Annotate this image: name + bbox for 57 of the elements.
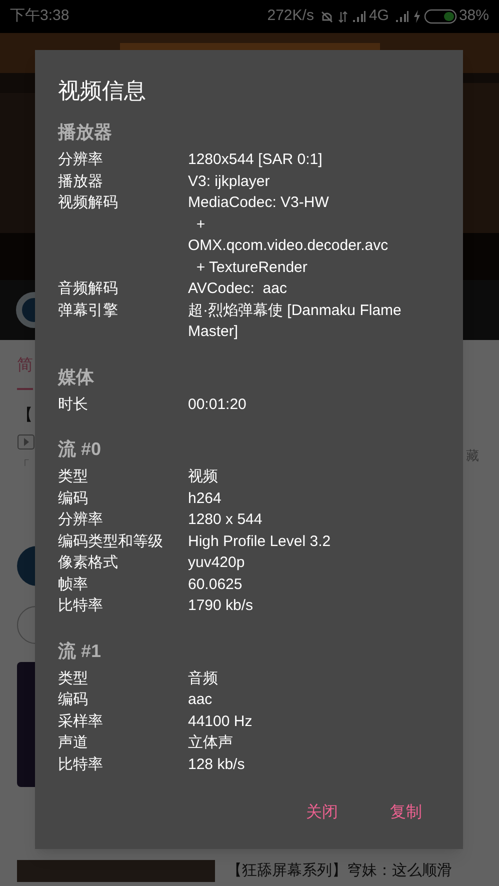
mute-icon	[320, 10, 334, 24]
info-value: 128 kb/s	[188, 754, 246, 774]
info-value: MediaCodec: V3-HW + OMX.qcom.video.decoder.avc + TextureRender	[188, 193, 390, 278]
info-label: 比特率	[58, 754, 104, 774]
info-label: 编码类型和等级	[58, 532, 164, 552]
info-value: 1280 x 544	[188, 510, 264, 530]
info-label: 比特率	[58, 596, 104, 616]
info-label: 像素格式	[58, 553, 119, 573]
info-value: 1280x544 [SAR 0:1]	[188, 150, 324, 170]
data-arrows-icon	[338, 10, 348, 24]
info-label: 音频解码	[58, 279, 119, 299]
info-label: 分辨率	[58, 150, 104, 170]
info-value: High Profile Level 3.2	[188, 532, 332, 552]
info-label: 帧率	[58, 574, 89, 594]
section-heading: 媒体	[58, 366, 95, 388]
signal-icon	[394, 10, 409, 22]
charging-icon	[412, 10, 421, 23]
info-value: 1790 kb/s	[188, 596, 254, 616]
info-value: h264	[188, 488, 222, 508]
section-heading: 流 #0	[58, 438, 102, 461]
info-label: 类型	[58, 668, 89, 688]
network-type: 4G	[368, 6, 389, 26]
battery-percent: 38%	[458, 6, 489, 26]
video-description: 「	[17, 457, 31, 475]
info-label: 编码	[58, 690, 89, 710]
dialog-title: 视频信息	[58, 77, 147, 105]
status-time: 下午3:38	[10, 6, 70, 26]
info-label: 时长	[58, 394, 89, 414]
info-value: 60.0625	[188, 574, 244, 594]
info-label: 视频解码	[58, 193, 119, 213]
info-label: 采样率	[58, 712, 104, 732]
info-value: AVCodec: aac	[188, 279, 288, 299]
section-heading: 流 #1	[58, 640, 102, 662]
info-label: 播放器	[58, 172, 104, 192]
info-label: 声道	[58, 733, 89, 753]
info-value: 音频	[188, 668, 219, 688]
info-label: 类型	[58, 467, 89, 487]
info-value: 超·烈焰弹幕使 [Danmaku Flame Master]	[188, 300, 402, 342]
info-value: aac	[188, 690, 214, 710]
info-value: 44100 Hz	[188, 712, 254, 732]
network-speed: 272K/s	[267, 6, 314, 26]
video-title[interactable]: 【狂舔屏幕系列】穹妹：这么顺滑	[227, 860, 452, 882]
info-label: 弹幕引擎	[58, 300, 119, 320]
play-icon[interactable]	[17, 434, 35, 450]
signal-icon	[352, 10, 366, 22]
info-value: 00:01:20	[188, 394, 248, 414]
dialog-button[interactable]: 复制	[372, 793, 440, 833]
battery-icon	[424, 9, 458, 24]
dialog-button[interactable]: 关闭	[288, 793, 356, 833]
info-value: yuv420p	[188, 553, 246, 573]
info-value: 立体声	[188, 733, 234, 753]
section-heading: 播放器	[58, 121, 113, 144]
intro-tab[interactable]: 简	[17, 354, 33, 390]
info-value: V3: ijkplayer	[188, 172, 271, 192]
info-label: 分辨率	[58, 510, 104, 530]
info-label: 编码	[58, 488, 89, 508]
info-value: 视频	[188, 467, 219, 487]
